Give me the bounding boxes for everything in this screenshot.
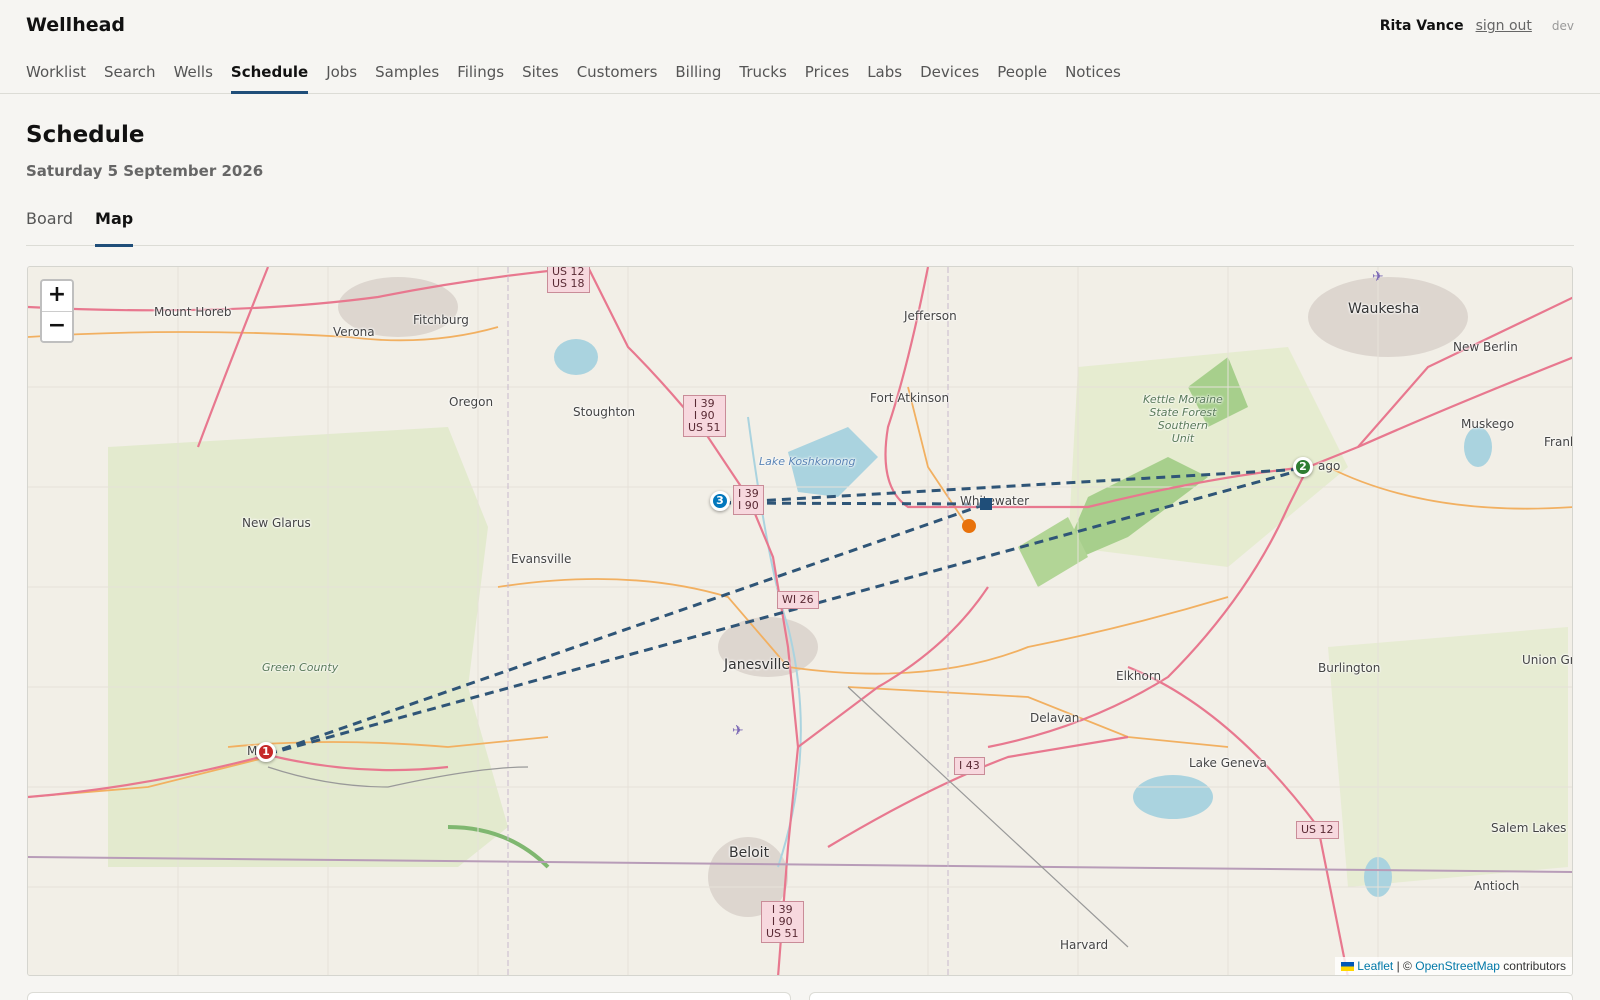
nav-item-notices[interactable]: Notices [1065, 58, 1121, 94]
nav-item-wells[interactable]: Wells [174, 58, 213, 94]
nav-item-billing[interactable]: Billing [675, 58, 721, 94]
place-burlington: Burlington [1318, 661, 1381, 675]
schedule-map[interactable]: + − Mount Horeb Verona Fitchburg Oregon … [27, 266, 1573, 976]
place-oregon: Oregon [449, 395, 494, 409]
place-green-county: Green County [262, 661, 339, 674]
place-janesville: Janesville [724, 657, 791, 673]
airport-icon: ✈ [1372, 269, 1384, 285]
place-mount-horeb: Mount Horeb [154, 305, 232, 319]
user-box: Rita Vance sign out dev [1380, 18, 1574, 34]
user-name: Rita Vance [1379, 18, 1464, 34]
schedule-date: Saturday 5 September 2026 [26, 162, 264, 180]
place-harvard: Harvard [1060, 938, 1109, 952]
shield-i43: I 43 [954, 757, 985, 775]
nav-item-trucks[interactable]: Trucks [739, 58, 786, 94]
place-fitchburg: Fitchburg [413, 313, 469, 327]
airport-icon: ✈ [732, 723, 744, 739]
place-kettle-moraine: Kettle Moraine State Forest Southern Uni… [1143, 393, 1223, 445]
page-title: Schedule [26, 122, 145, 148]
place-jefferson: Jefferson [904, 309, 957, 323]
nav-item-filings[interactable]: Filings [457, 58, 504, 94]
stop-marker-1[interactable]: 1 [256, 742, 276, 762]
top-bar: Wellhead Rita Vance sign out dev Worklis… [0, 0, 1600, 94]
shield-wi26: WI 26 [777, 591, 819, 609]
stop-marker-2[interactable]: 2 [1293, 457, 1313, 477]
shield-i39-i90-us51-south: I 39 I 90 US 51 [761, 901, 804, 943]
shield-i39-i90: I 39 I 90 [733, 485, 764, 515]
environment-badge: dev [1551, 19, 1574, 33]
nav-item-schedule[interactable]: Schedule [230, 58, 309, 94]
attribution-suffix: contributors [1503, 959, 1566, 973]
map-tiles[interactable] [28, 267, 1573, 976]
map-attribution: Leaflet | © OpenStreetMap contributors [1335, 957, 1572, 975]
place-lake-koshkonong: Lake Koshkonong [759, 455, 856, 468]
place-delavan: Delavan [1030, 711, 1080, 725]
attribution-separator: | © [1396, 959, 1412, 973]
main-nav: Worklist Search Wells Schedule Jobs Samp… [26, 58, 1139, 94]
place-stoughton: Stoughton [573, 405, 636, 419]
nav-item-prices[interactable]: Prices [805, 58, 849, 94]
zoom-control: + − [40, 279, 74, 343]
stop-marker-3[interactable]: 3 [710, 491, 730, 511]
nav-item-sites[interactable]: Sites [522, 58, 559, 94]
nav-item-devices[interactable]: Devices [920, 58, 979, 94]
place-fort-atkinson: Fort Atkinson [870, 391, 950, 405]
place-elkhorn: Elkhorn [1116, 669, 1162, 683]
nav-item-search[interactable]: Search [104, 58, 156, 94]
place-beloit: Beloit [729, 845, 770, 861]
zoom-out-button[interactable]: − [42, 311, 72, 341]
ukraine-flag-icon [1341, 962, 1355, 972]
nav-item-worklist[interactable]: Worklist [26, 58, 86, 94]
shield-i39-i90-us51-north: I 39 I 90 US 51 [683, 395, 726, 437]
place-lake-geneva: Lake Geneva [1189, 756, 1267, 770]
place-salem-lakes: Salem Lakes [1491, 821, 1567, 835]
schedule-card-left [27, 992, 791, 1000]
truck-location-marker[interactable] [962, 519, 976, 533]
nav-item-samples[interactable]: Samples [375, 58, 439, 94]
brand-logo[interactable]: Wellhead [26, 14, 125, 36]
leaflet-link[interactable]: Leaflet [1357, 959, 1393, 973]
place-whitewater: Whitewater [960, 494, 1030, 508]
place-mukwonago: ago [1318, 459, 1341, 473]
nav-item-labs[interactable]: Labs [867, 58, 902, 94]
place-new-glarus: New Glarus [242, 516, 311, 530]
schedule-card-right [809, 992, 1573, 1000]
zoom-in-button[interactable]: + [42, 281, 72, 311]
place-union-grove: Union Gr [1522, 653, 1573, 667]
place-waukesha: Waukesha [1348, 301, 1420, 317]
nav-item-people[interactable]: People [997, 58, 1047, 94]
view-tabs: Board Map [26, 200, 1574, 247]
place-new-berlin: New Berlin [1453, 340, 1518, 354]
nav-item-jobs[interactable]: Jobs [326, 58, 357, 94]
tab-map[interactable]: Map [95, 200, 134, 247]
place-verona: Verona [333, 325, 375, 339]
depot-marker[interactable] [980, 498, 992, 510]
place-franklin: Frank [1544, 435, 1572, 449]
place-evansville: Evansville [511, 552, 572, 566]
nav-item-customers[interactable]: Customers [577, 58, 658, 94]
tab-board[interactable]: Board [26, 200, 73, 246]
place-muskego: Muskego [1461, 417, 1515, 431]
osm-link[interactable]: OpenStreetMap [1415, 959, 1500, 973]
shield-us12-us18: US 12 US 18 [547, 267, 590, 293]
sign-out-link[interactable]: sign out [1476, 18, 1532, 34]
shield-us12: US 12 [1296, 821, 1339, 839]
place-antioch: Antioch [1474, 879, 1520, 893]
